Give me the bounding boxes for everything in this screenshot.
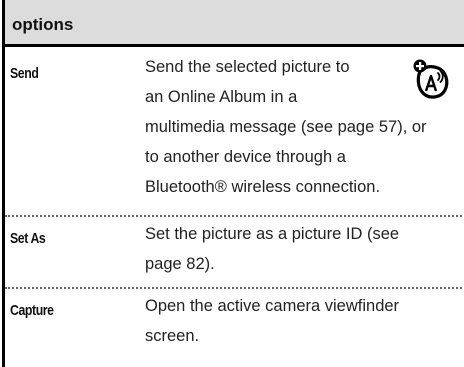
network-feature-icon xyxy=(412,58,450,100)
options-table: options Send Send the selected picture t… xyxy=(0,0,464,367)
row-description-send: Send the selected picture to an Online A… xyxy=(145,52,455,202)
description-line: page 82). xyxy=(145,255,215,273)
table-row: Capture Open the active camera viewfinde… xyxy=(5,289,464,367)
row-label-capture: Capture xyxy=(10,302,54,319)
description-line: Open the active camera viewfinder xyxy=(145,297,400,315)
description-line: multimedia message (see page 57), or xyxy=(145,118,427,136)
row-label-send: Send xyxy=(10,65,39,82)
table-row: Set As Set the picture as a picture ID (… xyxy=(5,217,464,285)
description-line: Bluetooth® wireless connection. xyxy=(145,178,381,196)
description-line: to another device through a xyxy=(145,148,346,166)
description-line: Send the selected picture to xyxy=(145,58,350,76)
row-label-set-as: Set As xyxy=(10,230,46,247)
table-header: options xyxy=(5,0,464,44)
table-header-title: options xyxy=(12,15,74,34)
row-description-capture: Open the active camera viewfinder screen… xyxy=(145,291,455,351)
table-row: Send Send the selected picture to an Onl… xyxy=(5,47,464,212)
description-line: screen. xyxy=(145,327,200,345)
description-line: an Online Album in a xyxy=(145,88,298,106)
row-description-set-as: Set the picture as a picture ID (see pag… xyxy=(145,219,455,279)
description-line: Set the picture as a picture ID (see xyxy=(145,225,400,243)
